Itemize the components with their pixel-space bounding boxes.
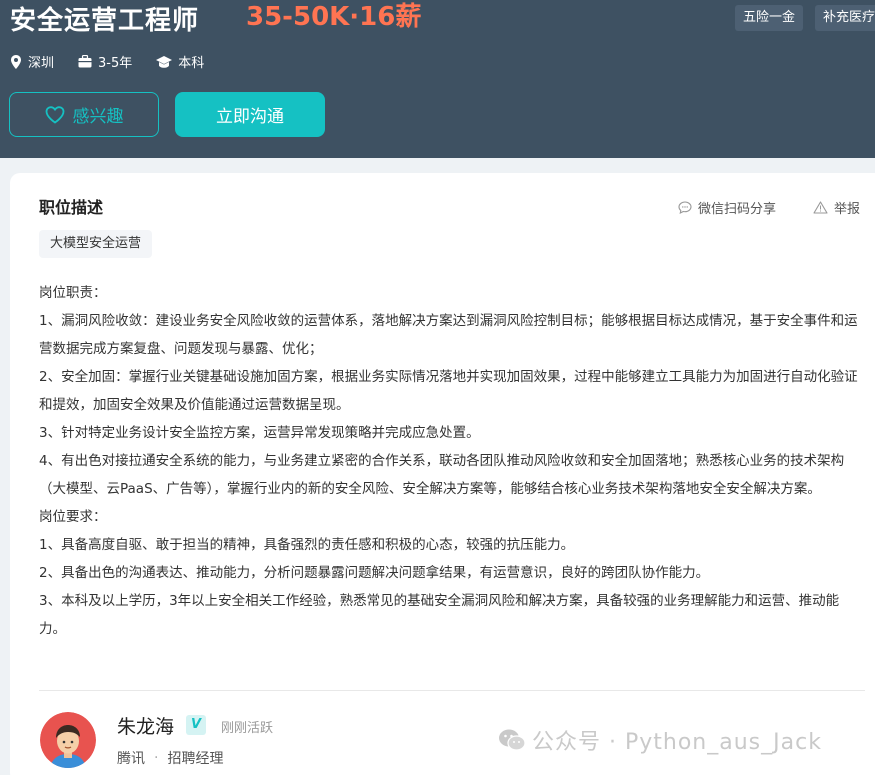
job-description-text: 岗位职责： 1、漏洞风险收敛：建设业务安全风险收敛的运营体系，落地解决方案达到漏… bbox=[39, 279, 865, 643]
desc-line: 岗位要求： bbox=[39, 509, 107, 525]
separator-dot: · bbox=[154, 750, 159, 766]
job-title: 安全运营工程师 bbox=[10, 6, 200, 36]
recruiter-name: 朱龙海 bbox=[117, 716, 175, 738]
desc-line: 1、漏洞风险收敛：建设业务安全风险收敛的运营体系，落地解决方案达到漏洞风险控制目… bbox=[39, 313, 858, 357]
degree-label: 本科 bbox=[178, 56, 205, 71]
desc-line: 3、本科及以上学历，3年以上安全相关工作经验，熟悉常见的基础安全漏洞风险和解决方… bbox=[39, 593, 840, 637]
job-description-card: 职位描述 微信扫码分享 举报 大模型安全运营 岗位职责： 1、漏洞风险收敛：建设… bbox=[10, 173, 875, 775]
job-header: 安全运营工程师 35-50K·16薪 五险一金 补充医疗 深圳 3-5年 本科 … bbox=[0, 0, 875, 158]
verified-badge: V bbox=[186, 715, 206, 735]
meta-degree: 本科 bbox=[156, 52, 204, 71]
chat-label: 立即沟通 bbox=[216, 107, 284, 127]
recruiter-avatar[interactable] bbox=[40, 712, 96, 768]
divider bbox=[39, 690, 865, 691]
welfare-tag: 五险一金 bbox=[735, 5, 804, 31]
graduation-cap-icon bbox=[156, 55, 173, 68]
recruiter-role: 招聘经理 bbox=[167, 751, 224, 767]
report-button[interactable]: 举报 bbox=[813, 198, 860, 217]
meta-city: 深圳 bbox=[10, 52, 54, 71]
location-icon bbox=[11, 54, 21, 69]
desc-line: 2、安全加固：掌握行业关键基础设施加固方案，根据业务实际情况落地并实现加固效果，… bbox=[39, 369, 858, 413]
active-status: 刚刚活跃 bbox=[221, 721, 274, 736]
wechat-share-button[interactable]: 微信扫码分享 bbox=[678, 198, 776, 217]
meta-experience: 3-5年 bbox=[78, 52, 132, 71]
share-label: 微信扫码分享 bbox=[698, 202, 777, 217]
experience-label: 3-5年 bbox=[98, 56, 133, 71]
chat-now-button[interactable]: 立即沟通 bbox=[175, 92, 325, 137]
job-meta: 深圳 3-5年 本科 bbox=[10, 52, 228, 71]
desc-line: 4、有出色对接拉通安全系统的能力，与业务建立紧密的合作关系，联动各团队推动风险收… bbox=[39, 453, 845, 497]
watermark: 公众号 · Python_aus_Jack bbox=[498, 724, 822, 756]
avatar-illustration bbox=[40, 712, 96, 768]
welfare-tag: 补充医疗 bbox=[815, 5, 875, 31]
company-name: 腾讯 bbox=[117, 751, 145, 767]
city-label: 深圳 bbox=[28, 56, 55, 71]
desc-line: 3、针对特定业务设计安全监控方案，运营异常发现策略并完成应急处置。 bbox=[39, 425, 480, 441]
desc-line: 1、具备高度自驱、敢于担当的精神，具备强烈的责任感和积极的心态，较强的抗压能力。 bbox=[39, 537, 575, 553]
job-tag: 大模型安全运营 bbox=[39, 230, 153, 258]
desc-line: 岗位职责： bbox=[39, 285, 107, 301]
interest-label: 感兴趣 bbox=[72, 107, 124, 127]
warning-icon bbox=[813, 201, 828, 214]
interest-button[interactable]: 感兴趣 bbox=[9, 92, 159, 137]
heart-icon bbox=[45, 105, 64, 124]
recruiter-company-role: 腾讯 · 招聘经理 bbox=[117, 748, 223, 768]
desc-line: 2、具备出色的沟通表达、推动能力，分析问题暴露问题解决问题拿结果，有运营意识，良… bbox=[39, 565, 710, 581]
watermark-text: 公众号 · Python_aus_Jack bbox=[532, 730, 822, 755]
section-title: 职位描述 bbox=[39, 198, 104, 217]
wechat-icon bbox=[499, 729, 526, 751]
briefcase-icon bbox=[78, 55, 92, 68]
salary: 35-50K·16薪 bbox=[246, 2, 422, 32]
report-label: 举报 bbox=[834, 202, 861, 217]
chat-bubble-icon bbox=[678, 201, 692, 214]
